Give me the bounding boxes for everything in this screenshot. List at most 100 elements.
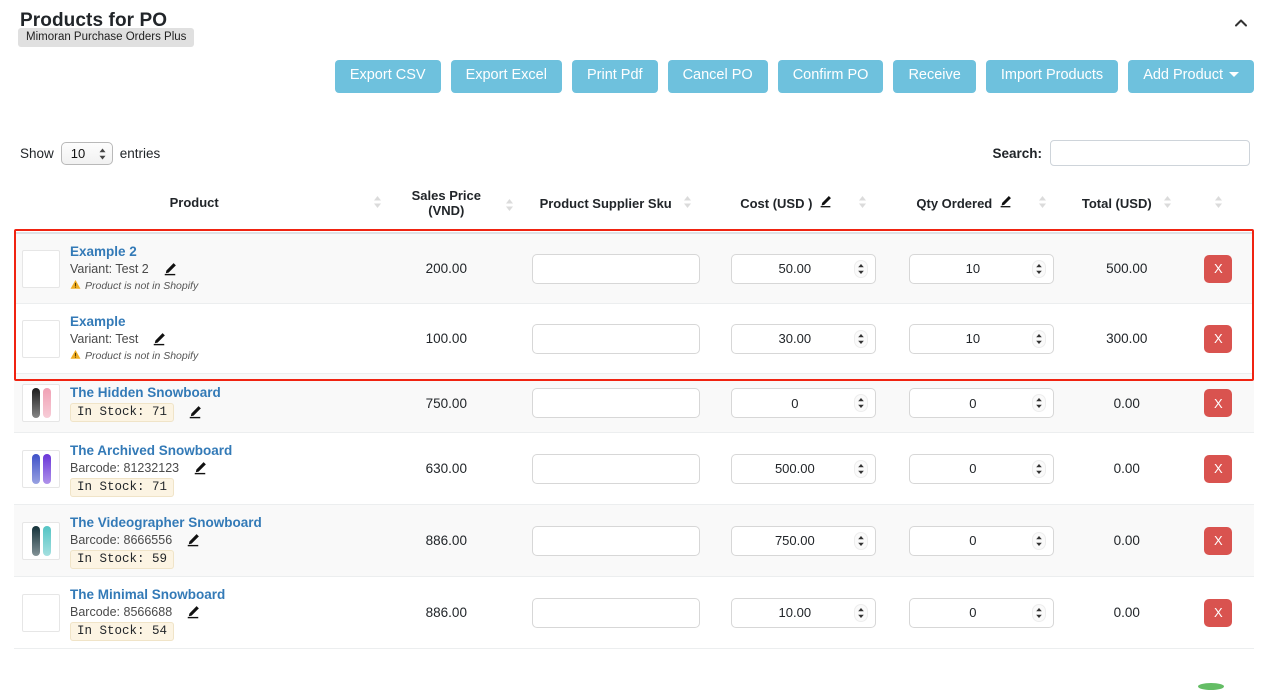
sales-price-cell: 750.00 [390,373,503,433]
column-header-actions[interactable] [1182,180,1254,234]
column-header-sales-price[interactable]: Sales Price (VND) [390,180,503,234]
edit-product-icon[interactable] [163,262,177,276]
remove-row-button[interactable]: X [1204,598,1233,627]
product-name-link[interactable]: The Hidden Snowboard [70,385,221,400]
add-product-button[interactable]: Add Product [1128,60,1254,93]
export-excel-button[interactable]: Export Excel [450,60,562,93]
entries-label: entries [119,146,161,161]
product-warning-text: Product is not in Shopify [85,350,199,362]
cost-cell [714,432,893,505]
column-header-supplier-sku[interactable]: Product Supplier Sku [516,180,715,234]
export-csv-button[interactable]: Export CSV [334,60,441,93]
supplier-sku-input[interactable] [531,453,700,484]
import-products-button[interactable]: Import Products [985,60,1119,93]
cost-stepper[interactable] [854,459,869,478]
product-barcode-row: Barcode: 8566688 [70,605,225,619]
sort-icon-actions[interactable] [1214,195,1223,212]
supplier-sku-input[interactable] [531,388,700,418]
stock-badge: In Stock: 59 [70,550,175,569]
chevron-up-icon[interactable] [1228,10,1254,36]
remove-row-button[interactable]: X [1204,324,1233,353]
qty-ordered-cell [892,504,1071,577]
total-cell: 0.00 [1070,504,1183,577]
remove-row-button[interactable]: X [1204,254,1233,283]
snowboard-thumb-stripe [42,388,51,418]
qty-ordered-stepper[interactable] [1032,459,1047,478]
show-label: Show [20,146,54,161]
edit-product-icon[interactable] [152,332,166,346]
remove-row-button[interactable]: X [1204,389,1233,417]
edit-product-icon[interactable] [193,461,207,475]
qty-ordered-stepper[interactable] [1032,394,1047,412]
qty-ordered-cell [892,432,1071,505]
qty-ordered-stepper[interactable] [1032,531,1047,550]
product-name-link[interactable]: The Videographer Snowboard [70,515,262,530]
cancel-po-button[interactable]: Cancel PO [667,60,768,93]
product-thumbnail [22,249,60,288]
column-header-cost[interactable]: Cost (USD ) [714,180,893,234]
product-cell: The Minimal Snowboard Barcode: 8566688 In … [14,576,391,649]
spacer-cell [502,303,517,374]
cost-stepper[interactable] [854,394,869,412]
column-header-total[interactable]: Total (USD) [1070,180,1183,234]
edit-qty-icon[interactable] [999,195,1012,211]
edit-product-icon[interactable] [186,533,200,547]
product-barcode-label: Barcode: 8566688 [70,605,173,619]
sort-icon-qty-ordered[interactable] [1038,195,1047,212]
sort-icon-supplier-sku[interactable] [683,195,692,212]
edit-product-icon[interactable] [186,605,200,619]
cost-cell [714,233,893,304]
search-input[interactable] [1050,140,1250,166]
confirm-po-button[interactable]: Confirm PO [777,60,884,93]
edit-cost-icon[interactable] [819,195,832,211]
qty-ordered-stepper[interactable] [1032,259,1047,278]
qty-ordered-stepper[interactable] [1032,329,1047,348]
sort-icon-sales-price[interactable] [505,198,514,215]
cost-stepper[interactable] [854,329,869,348]
stock-badge: In Stock: 71 [70,402,175,422]
table-row: Example 2 Variant: Test 2 Product is not i… [14,233,1254,304]
cost-stepper[interactable] [854,531,869,550]
supplier-sku-input[interactable] [531,323,700,354]
product-stock-row: In Stock: 71 [70,402,221,422]
product-name-link[interactable]: Example 2 [70,244,198,259]
column-header-qty-ordered[interactable]: Qty Ordered [892,180,1071,234]
product-warning-text: Product is not in Shopify [85,280,199,292]
toolbar: Export CSV Export Excel Print Pdf Cancel PO… [334,60,1254,93]
product-variant-row: Variant: Test [70,332,198,346]
cost-stepper[interactable] [854,259,869,278]
actions-cell: X [1182,233,1254,304]
column-header-product[interactable]: Product [14,180,391,234]
qty-ordered-cell [892,233,1071,304]
sort-icon-total[interactable] [1163,195,1172,212]
product-name-link[interactable]: The Minimal Snowboard [70,587,225,602]
sort-cell-sales-price[interactable] [502,180,517,234]
cost-cell [714,303,893,374]
sort-icon-cost[interactable] [858,195,867,212]
total-cell: 0.00 [1070,373,1183,433]
product-name-link[interactable]: Example [70,314,198,329]
export-csv-button-label: Export CSV [349,67,426,83]
edit-product-icon[interactable] [188,405,202,419]
print-pdf-button[interactable]: Print Pdf [571,60,658,93]
table-header-row: Product Sales Price (VND) Product Suppli… [14,180,1254,234]
receive-button[interactable]: Receive [893,60,976,93]
product-cell: Example Variant: Test Product is not in Sh… [14,303,391,374]
page-size-select[interactable]: 10 [60,142,113,165]
product-name-link[interactable]: The Archived Snowboard [70,443,232,458]
qty-ordered-cell [892,373,1071,433]
sort-icon-product[interactable] [373,195,382,212]
product-thumbnail [22,521,60,560]
supplier-sku-input[interactable] [531,525,700,556]
supplier-sku-input[interactable] [531,597,700,628]
actions-cell: X [1182,504,1254,577]
qty-ordered-stepper[interactable] [1032,603,1047,622]
remove-row-button[interactable]: X [1204,526,1233,555]
cost-stepper[interactable] [854,603,869,622]
supplier-sku-cell [516,432,715,505]
supplier-sku-input[interactable] [531,253,700,284]
sales-price-cell: 200.00 [390,233,503,304]
remove-row-button[interactable]: X [1204,454,1233,483]
stock-badge: In Stock: 54 [70,622,175,641]
qty-ordered-cell [892,303,1071,374]
